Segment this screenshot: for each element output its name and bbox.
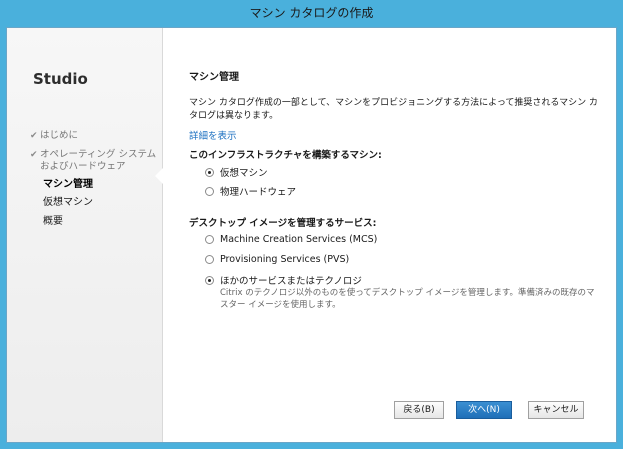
radio-selected-icon bbox=[205, 167, 214, 177]
sidebar-item-label: オペレーティング システム bbox=[40, 149, 157, 160]
radio-mcs[interactable]: Machine Creation Services (MCS) bbox=[205, 234, 377, 245]
radio-physical-hardware[interactable]: 物理ハードウェア bbox=[205, 184, 296, 198]
sidebar-item-label: はじめに bbox=[40, 130, 79, 141]
studio-brand: Studio bbox=[33, 70, 88, 88]
checkmark-icon: ✔ bbox=[30, 131, 38, 141]
infra-heading: このインフラストラクチャを構築するマシン: bbox=[189, 150, 382, 161]
details-link[interactable]: 詳細を表示 bbox=[189, 128, 237, 142]
checkmark-icon: ✔ bbox=[30, 150, 38, 160]
radio-other-technology[interactable]: ほかのサービスまたはテクノロジ bbox=[205, 273, 362, 287]
radio-virtual-machines[interactable]: 仮想マシン bbox=[205, 165, 268, 179]
sidebar-item-machine-management[interactable]: マシン管理 bbox=[43, 179, 93, 190]
service-heading: デスクトップ イメージを管理するサービス: bbox=[189, 218, 377, 229]
cancel-button[interactable]: キャンセル bbox=[528, 401, 584, 419]
radio-label: ほかのサービスまたはテクノロジ bbox=[220, 276, 362, 287]
radio-label: 仮想マシン bbox=[220, 168, 268, 179]
radio-pvs[interactable]: Provisioning Services (PVS) bbox=[205, 254, 349, 265]
wizard-sidebar: Studio ✔ はじめに ✔ オペレーティング システム およびハードウェア マシ… bbox=[7, 28, 163, 442]
next-button[interactable]: 次へ(N) bbox=[456, 401, 512, 419]
radio-label: 物理ハードウェア bbox=[220, 187, 297, 198]
radio-selected-icon bbox=[205, 275, 214, 285]
radio-unselected-icon bbox=[205, 235, 214, 244]
other-technology-description: Citrix のテクノロジ以外のものを使ってデスクトップ イメージを管理します。… bbox=[220, 288, 595, 310]
sidebar-item-label-line2: およびハードウェア bbox=[40, 161, 126, 172]
back-button[interactable]: 戻る(B) bbox=[394, 401, 444, 419]
sidebar-item-label: 概要 bbox=[43, 216, 63, 227]
dialog-window: マシン カタログの作成 Studio ✔ はじめに ✔ オペレーティング システム … bbox=[0, 0, 623, 449]
sidebar-item-os-hardware[interactable]: ✔ オペレーティング システム およびハードウェア bbox=[30, 149, 156, 172]
page-description: マシン カタログ作成の一部として、マシンをプロビジョニングする方法によって推奨さ… bbox=[189, 98, 598, 121]
radio-unselected-icon bbox=[205, 255, 214, 264]
radio-label: Provisioning Services (PVS) bbox=[220, 254, 350, 265]
window-title: マシン カタログの作成 bbox=[249, 6, 374, 20]
current-step-pointer bbox=[155, 168, 163, 184]
sidebar-item-virtual-machines[interactable]: 仮想マシン bbox=[43, 197, 93, 208]
sidebar-item-label: 仮想マシン bbox=[43, 197, 93, 208]
page-title: マシン管理 bbox=[189, 72, 239, 83]
radio-unselected-icon bbox=[205, 186, 214, 196]
dialog-client: Studio ✔ はじめに ✔ オペレーティング システム およびハードウェア マシ… bbox=[6, 27, 617, 443]
sidebar-item-label: マシン管理 bbox=[43, 179, 93, 190]
sidebar-item-getting-started[interactable]: ✔ はじめに bbox=[30, 130, 78, 142]
sidebar-item-summary[interactable]: 概要 bbox=[43, 216, 63, 227]
radio-label: Machine Creation Services (MCS) bbox=[220, 234, 378, 245]
